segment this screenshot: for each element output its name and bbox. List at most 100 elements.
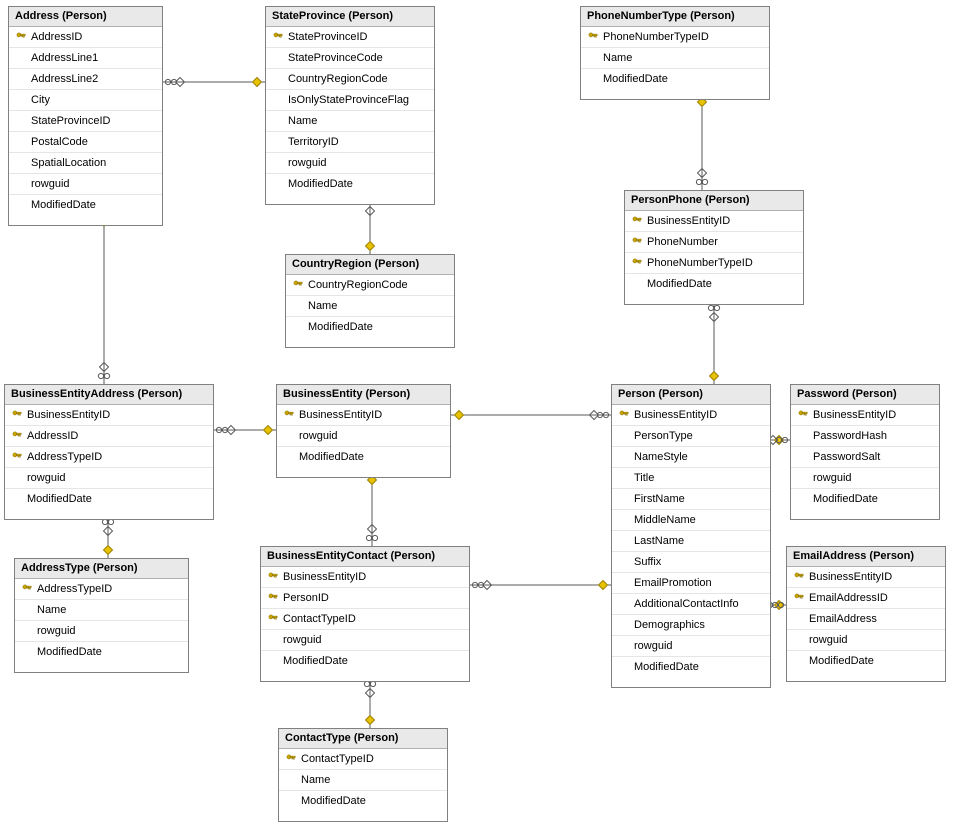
table-row[interactable]: BusinessEntityID [612, 405, 770, 426]
table-row[interactable]: ModifiedDate [791, 489, 939, 509]
table-phonenumbertype[interactable]: PhoneNumberType (Person)PhoneNumberTypeI… [580, 6, 770, 100]
table-row[interactable]: rowguid [261, 630, 469, 651]
table-row[interactable]: PasswordHash [791, 426, 939, 447]
table-addresstype[interactable]: AddressType (Person)AddressTypeIDNamerow… [14, 558, 189, 673]
table-row[interactable]: Demographics [612, 615, 770, 636]
table-row[interactable]: EmailPromotion [612, 573, 770, 594]
table-row[interactable]: FirstName [612, 489, 770, 510]
table-row[interactable]: Name [15, 600, 188, 621]
table-row[interactable]: ModifiedDate [277, 447, 450, 467]
table-row[interactable]: ModifiedDate [266, 174, 434, 194]
table-title[interactable]: Address (Person) [9, 7, 162, 27]
table-row[interactable]: Name [286, 296, 454, 317]
table-row[interactable]: AddressLine1 [9, 48, 162, 69]
table-row[interactable]: Suffix [612, 552, 770, 573]
table-row[interactable]: rowguid [787, 630, 945, 651]
table-row[interactable]: ModifiedDate [286, 317, 454, 337]
table-title[interactable]: BusinessEntityAddress (Person) [5, 385, 213, 405]
table-emailaddress[interactable]: EmailAddress (Person)BusinessEntityIDEma… [786, 546, 946, 682]
table-title[interactable]: BusinessEntity (Person) [277, 385, 450, 405]
table-row[interactable]: ModifiedDate [625, 274, 803, 294]
table-row[interactable]: IsOnlyStateProvinceFlag [266, 90, 434, 111]
table-address[interactable]: Address (Person)AddressIDAddressLine1Add… [8, 6, 163, 226]
table-row[interactable]: PhoneNumberTypeID [625, 253, 803, 274]
table-title[interactable]: CountryRegion (Person) [286, 255, 454, 275]
table-row[interactable]: ModifiedDate [279, 791, 447, 811]
table-title[interactable]: StateProvince (Person) [266, 7, 434, 27]
table-row[interactable]: ModifiedDate [261, 651, 469, 671]
table-row[interactable]: Name [279, 770, 447, 791]
table-row[interactable]: rowguid [9, 174, 162, 195]
table-stateprovince[interactable]: StateProvince (Person)StateProvinceIDSta… [265, 6, 435, 205]
table-title[interactable]: PhoneNumberType (Person) [581, 7, 769, 27]
table-person[interactable]: Person (Person)BusinessEntityIDPersonTyp… [611, 384, 771, 688]
relationship-businessentityaddress-businessentity[interactable] [214, 426, 276, 435]
table-row[interactable]: ModifiedDate [612, 657, 770, 677]
table-title[interactable]: AddressType (Person) [15, 559, 188, 579]
table-row[interactable]: AddressID [5, 426, 213, 447]
table-title[interactable]: Person (Person) [612, 385, 770, 405]
table-row[interactable]: AddressTypeID [5, 447, 213, 468]
table-row[interactable]: StateProvinceID [266, 27, 434, 48]
table-row[interactable]: ModifiedDate [9, 195, 162, 215]
table-row[interactable]: BusinessEntityID [791, 405, 939, 426]
table-password[interactable]: Password (Person)BusinessEntityIDPasswor… [790, 384, 940, 520]
table-row[interactable]: Name [266, 111, 434, 132]
relationship-address-stateprovince[interactable] [163, 78, 265, 87]
table-row[interactable]: AddressID [9, 27, 162, 48]
table-row[interactable]: ModifiedDate [15, 642, 188, 662]
table-row[interactable]: rowguid [612, 636, 770, 657]
table-title[interactable]: Password (Person) [791, 385, 939, 405]
table-contacttype[interactable]: ContactType (Person)ContactTypeIDNameMod… [278, 728, 448, 822]
table-row[interactable]: SpatialLocation [9, 153, 162, 174]
table-row[interactable]: CountryRegionCode [266, 69, 434, 90]
table-businessentityaddress[interactable]: BusinessEntityAddress (Person)BusinessEn… [4, 384, 214, 520]
table-row[interactable]: StateProvinceCode [266, 48, 434, 69]
relationship-businessentitycontact-businessentity[interactable] [366, 472, 377, 546]
table-businessentity[interactable]: BusinessEntity (Person)BusinessEntityIDr… [276, 384, 451, 478]
table-row[interactable]: NameStyle [612, 447, 770, 468]
table-row[interactable]: BusinessEntityID [5, 405, 213, 426]
table-row[interactable]: rowguid [266, 153, 434, 174]
table-personphone[interactable]: PersonPhone (Person)BusinessEntityIDPhon… [624, 190, 804, 305]
table-row[interactable]: ModifiedDate [787, 651, 945, 671]
table-row[interactable]: CountryRegionCode [286, 275, 454, 296]
table-title[interactable]: ContactType (Person) [279, 729, 447, 749]
table-row[interactable]: PersonType [612, 426, 770, 447]
relationship-businessentityaddress-addresstype[interactable] [102, 514, 113, 558]
table-row[interactable]: BusinessEntityID [625, 211, 803, 232]
relationship-businessentitycontact-contacttype[interactable] [364, 676, 375, 728]
table-row[interactable]: BusinessEntityID [277, 405, 450, 426]
table-row[interactable]: PhoneNumberTypeID [581, 27, 769, 48]
relationship-businessentitycontact-person[interactable] [470, 581, 611, 590]
table-row[interactable]: PersonID [261, 588, 469, 609]
table-row[interactable]: Title [612, 468, 770, 489]
table-row[interactable]: rowguid [15, 621, 188, 642]
table-row[interactable]: ContactTypeID [279, 749, 447, 770]
table-row[interactable]: PasswordSalt [791, 447, 939, 468]
table-row[interactable]: MiddleName [612, 510, 770, 531]
table-row[interactable]: AddressTypeID [15, 579, 188, 600]
table-row[interactable]: rowguid [791, 468, 939, 489]
relationship-phonenumbertype-personphone[interactable] [696, 94, 707, 190]
table-row[interactable]: Name [581, 48, 769, 69]
table-row[interactable]: rowguid [277, 426, 450, 447]
table-row[interactable]: StateProvinceID [9, 111, 162, 132]
table-row[interactable]: PhoneNumber [625, 232, 803, 253]
table-row[interactable]: City [9, 90, 162, 111]
table-row[interactable]: EmailAddress [787, 609, 945, 630]
table-countryregion[interactable]: CountryRegion (Person)CountryRegionCodeN… [285, 254, 455, 348]
table-title[interactable]: BusinessEntityContact (Person) [261, 547, 469, 567]
relationship-person-personphone[interactable] [708, 300, 719, 384]
table-businessentitycontact[interactable]: BusinessEntityContact (Person)BusinessEn… [260, 546, 470, 682]
table-row[interactable]: rowguid [5, 468, 213, 489]
table-row[interactable]: AdditionalContactInfo [612, 594, 770, 615]
table-title[interactable]: PersonPhone (Person) [625, 191, 803, 211]
table-row[interactable]: ModifiedDate [5, 489, 213, 509]
table-row[interactable]: TerritoryID [266, 132, 434, 153]
table-row[interactable]: BusinessEntityID [787, 567, 945, 588]
table-row[interactable]: PostalCode [9, 132, 162, 153]
relationship-businessentityaddress-address[interactable] [98, 214, 109, 384]
table-row[interactable]: ContactTypeID [261, 609, 469, 630]
table-row[interactable]: ModifiedDate [581, 69, 769, 89]
